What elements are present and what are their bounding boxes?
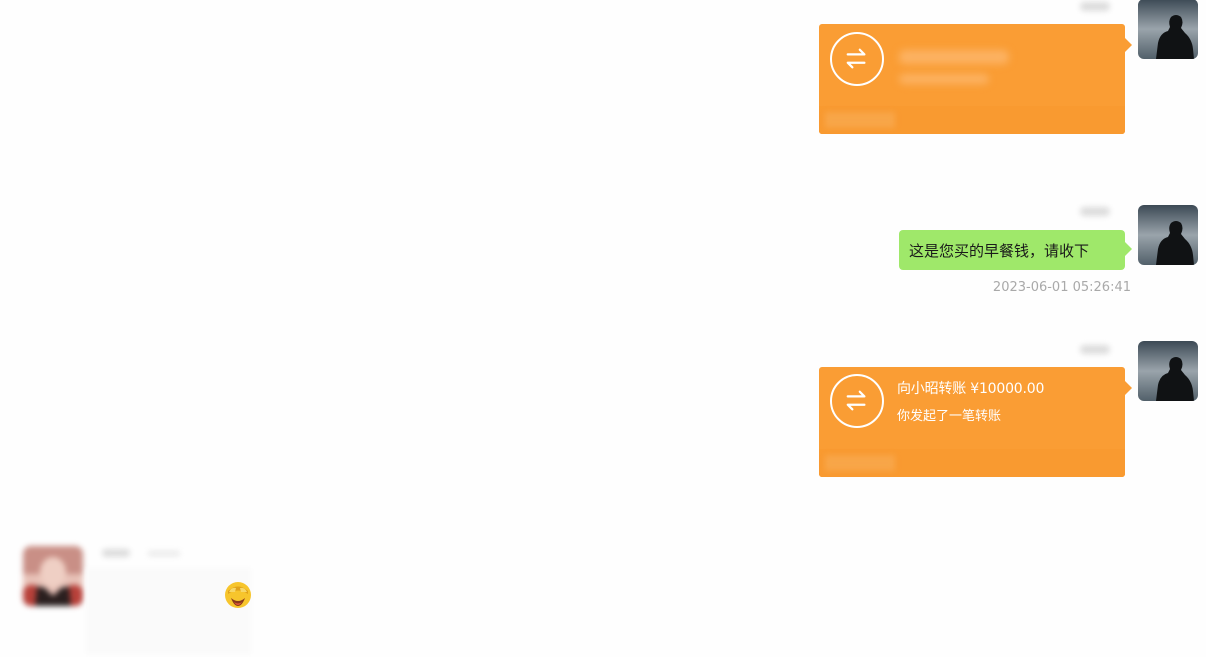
transfer-card-footer <box>819 106 1125 134</box>
transfer-card-2[interactable]: 向小昭转账 ¥10000.00 你发起了一笔转账 <box>819 367 1132 477</box>
transfer-card-footer <box>819 449 1125 477</box>
transfer-icon-wrap <box>830 374 884 428</box>
receiver-avatar[interactable] <box>23 546 83 606</box>
sender-name-blurred <box>1080 345 1110 354</box>
transfer-subtitle: 你发起了一笔转账 <box>897 409 1002 424</box>
transfer-arrows-icon <box>846 390 866 411</box>
message-text: 这是您买的早餐钱，请收下 <box>909 241 1090 260</box>
receiver-name-blurred-2 <box>148 551 180 556</box>
sender-name-blurred <box>1080 207 1110 216</box>
sender-avatar[interactable] <box>1138 0 1198 59</box>
transfer-title: 向小昭转账 ¥10000.00 <box>897 381 1045 397</box>
transfer-card-1[interactable] <box>819 24 1132 134</box>
silhouette-avatar-icon <box>1138 0 1198 59</box>
silhouette-avatar-icon <box>1138 205 1198 265</box>
footer-label-blurred <box>825 455 895 471</box>
sender-name-blurred <box>1080 2 1110 11</box>
facepalm-emoji-icon <box>222 578 254 610</box>
chat-window: 这是您买的早餐钱，请收下 2023-06-01 05:26:41 向小昭转账 ¥… <box>0 0 1206 657</box>
text-message-bubble[interactable]: 这是您买的早餐钱，请收下 <box>899 230 1132 270</box>
transfer-title-blurred <box>899 50 1009 64</box>
transfer-icon-wrap <box>830 32 884 86</box>
sender-avatar[interactable] <box>1138 205 1198 265</box>
message-timestamp: 2023-06-01 05:26:41 <box>992 280 1131 295</box>
sender-avatar[interactable] <box>1138 341 1198 401</box>
receiver-name-blurred <box>102 549 130 557</box>
transfer-subtitle-blurred <box>899 74 989 84</box>
transfer-arrows-icon <box>846 48 866 69</box>
silhouette-avatar-icon <box>1138 341 1198 401</box>
blurred-person-avatar-icon <box>23 546 83 606</box>
footer-label-blurred <box>825 112 895 128</box>
